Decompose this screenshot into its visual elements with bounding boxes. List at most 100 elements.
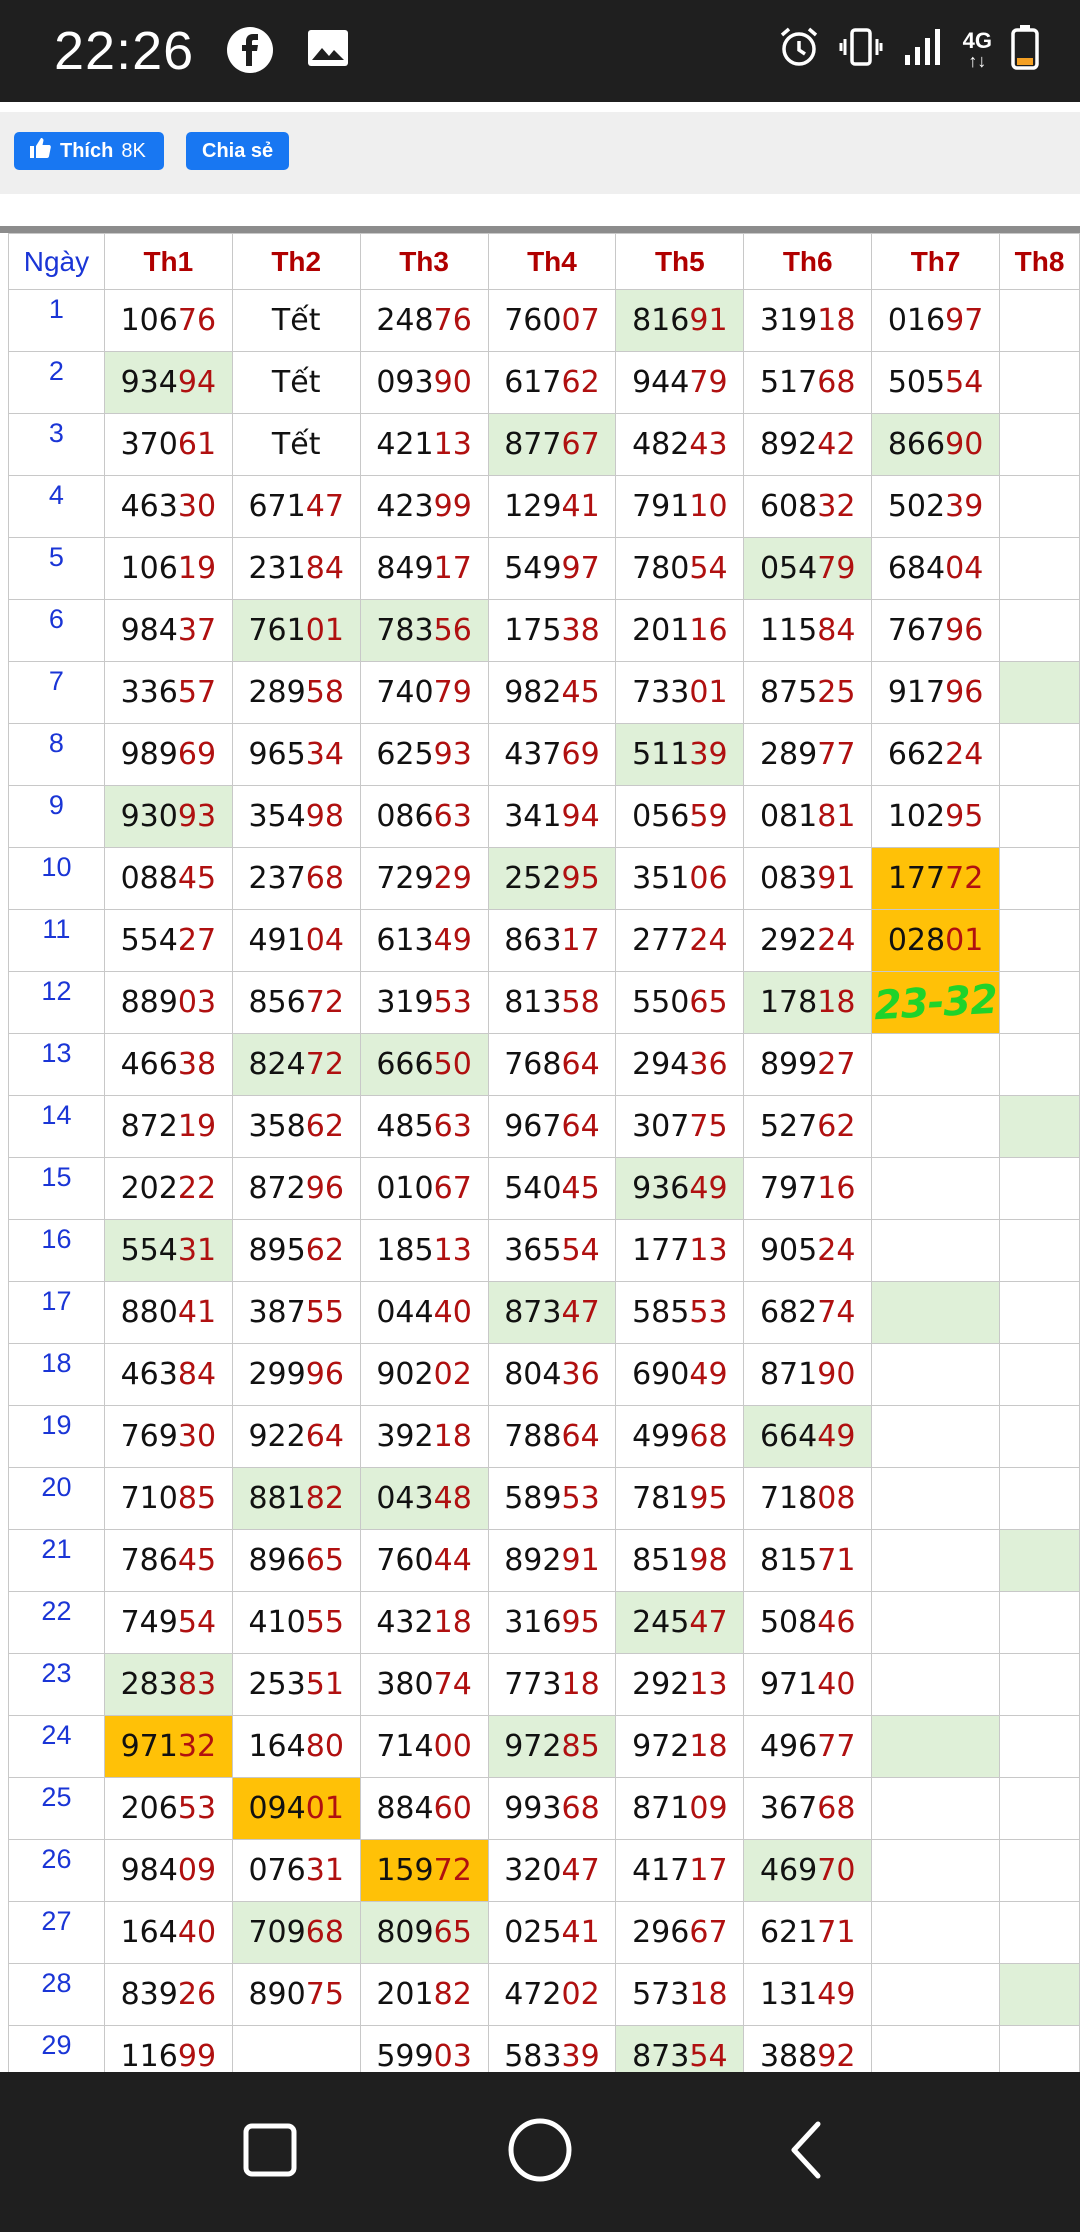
recent-apps-button[interactable] — [234, 2116, 306, 2188]
handwritten-note: 23-32 — [872, 976, 999, 1029]
result-cell: 67147 — [231, 475, 361, 538]
result-cell: 74954 — [103, 1591, 233, 1654]
result-cell: 89291 — [487, 1529, 617, 1592]
recent-apps-icon — [240, 2120, 300, 2185]
result-cell: 47202 — [487, 1963, 617, 2026]
result-cell — [999, 1467, 1080, 1530]
result-cell: 23184 — [231, 537, 361, 600]
table-row: 20 71085 88182 04348 58953 78195 71808 — [8, 1467, 1080, 1530]
day-cell: 24 — [8, 1715, 105, 1778]
vibrate-icon — [839, 25, 883, 74]
result-cell — [871, 1033, 1001, 1096]
result-cell: 24876 — [359, 289, 489, 352]
share-button[interactable]: Chia sẻ — [186, 132, 290, 170]
home-button[interactable] — [504, 2116, 576, 2188]
result-cell: 71808 — [743, 1467, 873, 1530]
thumbs-up-icon — [28, 136, 52, 166]
result-cell: 97218 — [615, 1715, 745, 1778]
result-cell: 93093 — [103, 785, 233, 848]
result-cell: 87347 — [487, 1281, 617, 1344]
result-cell: 76930 — [103, 1405, 233, 1468]
result-cell: 20116 — [615, 599, 745, 662]
result-cell: 49677 — [743, 1715, 873, 1778]
result-cell: 20653 — [103, 1777, 233, 1840]
result-cell: 02541 — [487, 1901, 617, 1964]
column-header-th2: Th2 — [231, 233, 361, 290]
result-cell: 93494 — [103, 351, 233, 414]
result-cell: 29996 — [231, 1343, 361, 1406]
result-cell: 54045 — [487, 1157, 617, 1220]
day-cell: 5 — [8, 537, 105, 600]
result-cell: 76044 — [359, 1529, 489, 1592]
day-cell: 29 — [8, 2025, 105, 2076]
result-cell: 85672 — [231, 971, 361, 1034]
result-cell: 55427 — [103, 909, 233, 972]
column-header-th6: Th6 — [743, 233, 873, 290]
result-cell: 55065 — [615, 971, 745, 1034]
result-cell: 78356 — [359, 599, 489, 662]
result-cell: 88903 — [103, 971, 233, 1034]
result-cell: 08181 — [743, 785, 873, 848]
result-cell — [871, 1963, 1001, 2026]
result-cell — [999, 1839, 1080, 1902]
result-cell — [999, 909, 1080, 972]
result-cell — [999, 413, 1080, 476]
result-cell — [871, 1157, 1001, 1220]
day-cell: 14 — [8, 1095, 105, 1158]
result-cell: 84917 — [359, 537, 489, 600]
back-button[interactable] — [772, 2116, 844, 2188]
result-cell: 85198 — [615, 1529, 745, 1592]
result-cell: 32047 — [487, 1839, 617, 1902]
result-cell — [871, 1467, 1001, 1530]
result-cell: 69049 — [615, 1343, 745, 1406]
result-cell: 16480 — [231, 1715, 361, 1778]
result-cell: 48243 — [615, 413, 745, 476]
result-cell — [871, 1777, 1001, 1840]
day-cell: 8 — [8, 723, 105, 786]
result-cell: 71400 — [359, 1715, 489, 1778]
day-cell: 18 — [8, 1343, 105, 1406]
result-cell: 30775 — [615, 1095, 745, 1158]
result-cell: 68274 — [743, 1281, 873, 1344]
like-count: 8K — [121, 139, 146, 162]
result-cell: 36554 — [487, 1219, 617, 1282]
result-cell: 51139 — [615, 723, 745, 786]
result-cell: 62171 — [743, 1901, 873, 1964]
table-row: 21 78645 89665 76044 89291 85198 81571 — [8, 1529, 1080, 1592]
result-cell: 39218 — [359, 1405, 489, 1468]
result-cell: 38755 — [231, 1281, 361, 1344]
result-cell — [999, 847, 1080, 910]
result-cell: 10676 — [103, 289, 233, 352]
result-cell: 43769 — [487, 723, 617, 786]
result-cell: 08663 — [359, 785, 489, 848]
column-header-th7: Th7 — [871, 233, 1001, 290]
result-cell: 46970 — [743, 1839, 873, 1902]
result-cell: 87525 — [743, 661, 873, 724]
result-cell: 87296 — [231, 1157, 361, 1220]
back-icon — [778, 2120, 838, 2185]
result-cell: 31918 — [743, 289, 873, 352]
result-cell: 48563 — [359, 1095, 489, 1158]
results-table-container[interactable]: Ngày Th1 Th2 Th3 Th4 Th5 Th6 Th7 Th8 1 10676 Tết 24… — [0, 226, 1080, 2076]
result-cell — [871, 1219, 1001, 1282]
day-cell: 20 — [8, 1467, 105, 1530]
result-cell: 98969 — [103, 723, 233, 786]
result-cell: 36768 — [743, 1777, 873, 1840]
result-cell: 86317 — [487, 909, 617, 972]
result-cell: 17538 — [487, 599, 617, 662]
result-cell: 58953 — [487, 1467, 617, 1530]
result-cell: 33657 — [103, 661, 233, 724]
result-cell: 90524 — [743, 1219, 873, 1282]
table-row: 16 55431 89562 18513 36554 17713 90524 — [8, 1219, 1080, 1282]
result-cell: 49968 — [615, 1405, 745, 1468]
like-button[interactable]: Thích 8K — [14, 132, 164, 170]
navigation-bar — [0, 2072, 1080, 2232]
day-cell: 4 — [8, 475, 105, 538]
result-cell: 96764 — [487, 1095, 617, 1158]
table-row: 14 87219 35862 48563 96764 30775 52762 — [8, 1095, 1080, 1158]
result-cell — [871, 1405, 1001, 1468]
result-cell: 35106 — [615, 847, 745, 910]
result-cell: 87219 — [103, 1095, 233, 1158]
result-cell: 93649 — [615, 1157, 745, 1220]
table-row: 2 93494 Tết 09390 61762 94479 51768 50554 — [8, 351, 1080, 414]
